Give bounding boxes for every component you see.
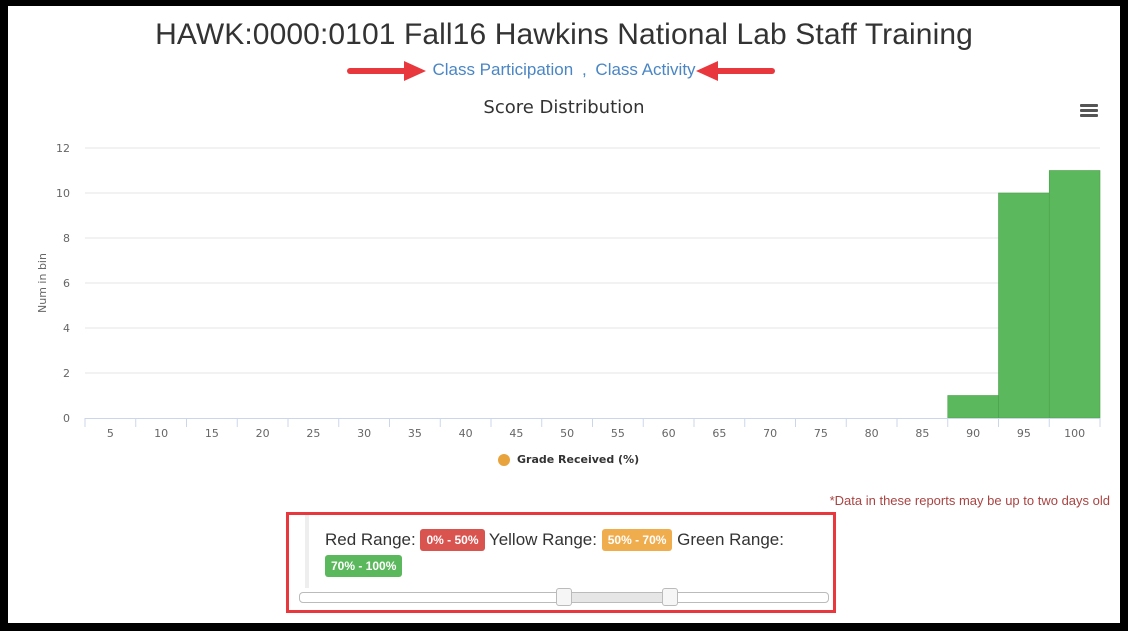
x-tick-label: 55 bbox=[611, 427, 625, 440]
x-tick-label: 50 bbox=[560, 427, 574, 440]
slider-handle-high[interactable] bbox=[661, 588, 678, 606]
score-distribution-chart: 0 2 4 6 8 10 12 5 10 15 20 25 30 35 40 45 50 55 60 65 70 75 80… bbox=[36, 142, 1101, 440]
x-tick-label: 70 bbox=[763, 427, 777, 440]
data-freshness-note: *Data in these reports may be up to two … bbox=[829, 493, 1110, 508]
grade-range-panel: Red Range: 0% - 50% Yellow Range: 50% - … bbox=[286, 512, 836, 613]
x-tick-label: 100 bbox=[1064, 427, 1085, 440]
slider-selected-range bbox=[564, 593, 670, 602]
x-tick-label: 85 bbox=[915, 427, 929, 440]
report-links: Class Participation , Class Activity bbox=[8, 60, 1120, 80]
y-tick-label: 2 bbox=[63, 367, 70, 380]
x-tick-label: 10 bbox=[154, 427, 168, 440]
class-activity-link[interactable]: Class Activity bbox=[595, 60, 695, 79]
yellow-range-badge: 50% - 70% bbox=[601, 529, 673, 551]
y-tick-label: 12 bbox=[56, 142, 70, 155]
x-tick-label: 95 bbox=[1017, 427, 1031, 440]
class-participation-link[interactable]: Class Participation bbox=[432, 60, 573, 79]
x-tick-label: 25 bbox=[306, 427, 320, 440]
red-arrow-left-icon bbox=[696, 61, 775, 81]
legend-label: Grade Received (%) bbox=[517, 453, 640, 466]
range-panel-rail bbox=[305, 515, 309, 588]
red-range-badge: 0% - 50% bbox=[420, 529, 485, 551]
histogram-bar bbox=[947, 395, 999, 419]
y-tick-label: 10 bbox=[56, 187, 70, 200]
legend-marker bbox=[498, 453, 510, 466]
x-tick-label: 65 bbox=[712, 427, 726, 440]
range-legend: Red Range: 0% - 50% Yellow Range: 50% - … bbox=[325, 527, 825, 579]
y-tick-label: 0 bbox=[63, 412, 70, 425]
x-tick-label: 40 bbox=[459, 427, 473, 440]
x-tick-label: 15 bbox=[205, 427, 219, 440]
range-slider[interactable] bbox=[299, 588, 829, 606]
yellow-range-label: Yellow Range: bbox=[488, 530, 597, 549]
x-tick-label: 20 bbox=[256, 427, 270, 440]
y-tick-label: 4 bbox=[63, 322, 70, 335]
x-tick-label: 45 bbox=[509, 427, 523, 440]
x-tick-label: 90 bbox=[966, 427, 980, 440]
y-tick-label: 6 bbox=[63, 277, 70, 290]
report-frame: HAWK:0000:0101 Fall16 Hawkins National L… bbox=[8, 6, 1120, 623]
slider-handle-low[interactable] bbox=[556, 588, 572, 606]
chart-legend[interactable]: Grade Received (%) bbox=[498, 453, 639, 466]
green-range-label: Green Range: bbox=[677, 530, 784, 549]
link-separator: , bbox=[581, 60, 587, 79]
histogram-bar bbox=[998, 192, 1050, 419]
hamburger-menu-icon[interactable] bbox=[1080, 104, 1098, 120]
histogram-bar bbox=[1048, 170, 1101, 419]
page-title: HAWK:0000:0101 Fall16 Hawkins National L… bbox=[155, 18, 973, 51]
x-tick-label: 75 bbox=[814, 427, 828, 440]
x-tick-label: 80 bbox=[865, 427, 879, 440]
red-range-label: Red Range: bbox=[325, 530, 416, 549]
x-tick-label: 30 bbox=[357, 427, 371, 440]
y-tick-label: 8 bbox=[63, 232, 70, 245]
y-axis-label: Num in bin bbox=[36, 253, 49, 313]
x-tick-label: 60 bbox=[662, 427, 676, 440]
green-range-badge: 70% - 100% bbox=[325, 555, 403, 577]
chart-title: Score Distribution bbox=[483, 97, 645, 118]
x-tick-label: 5 bbox=[107, 427, 114, 440]
x-tick-label: 35 bbox=[408, 427, 422, 440]
